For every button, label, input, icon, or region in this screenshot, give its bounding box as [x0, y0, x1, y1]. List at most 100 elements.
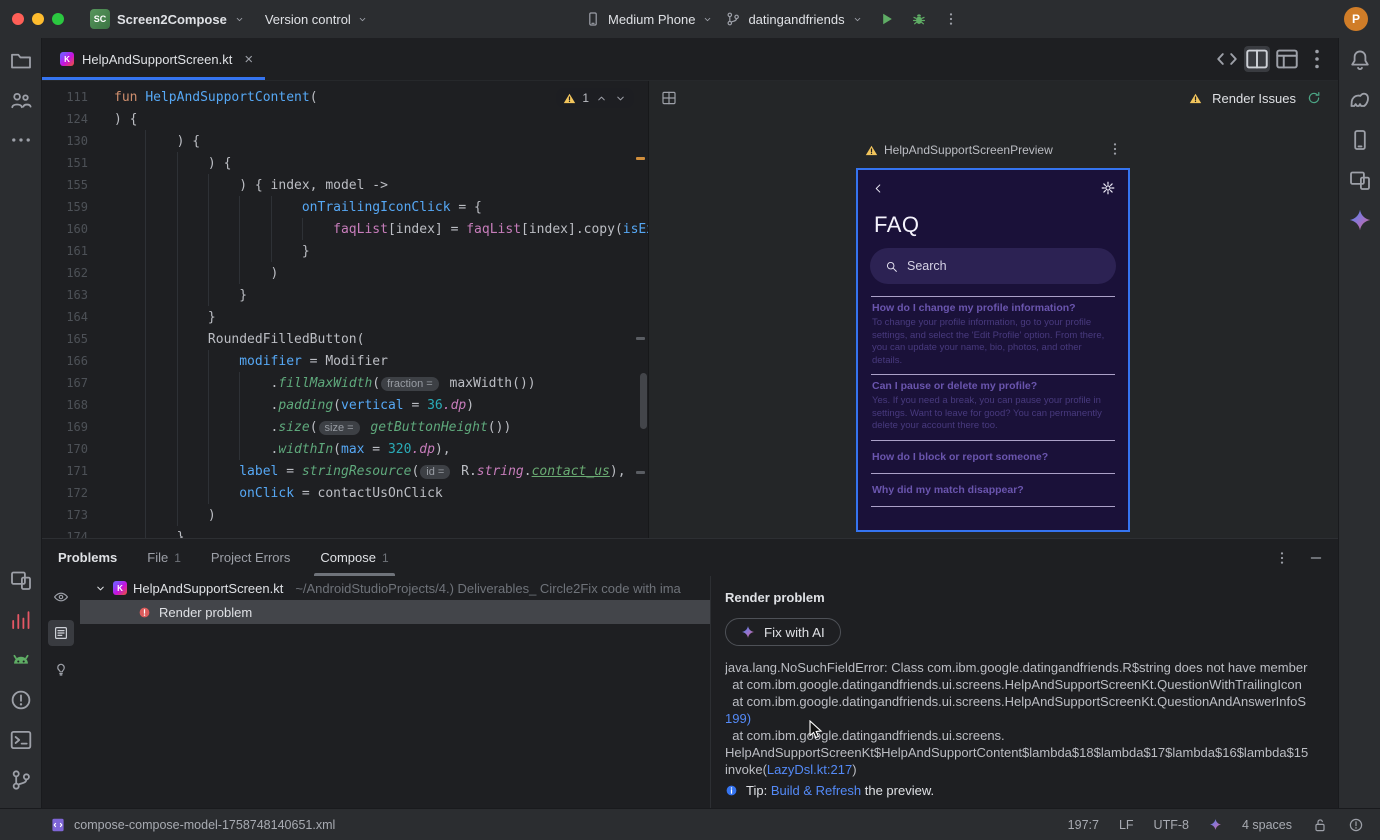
phone-preview-frame[interactable]: FAQ Search How do I change my profile in… [856, 168, 1130, 532]
code-text[interactable]: } [88, 530, 185, 539]
next-issue-icon[interactable] [614, 92, 627, 105]
render-problem-row[interactable]: Render problem [80, 600, 710, 624]
line-ending[interactable]: LF [1119, 818, 1134, 832]
preview-options-icon[interactable] [1107, 141, 1123, 157]
code-editor[interactable]: 111 fun HelpAndSupportContent(124) {130 )… [42, 81, 648, 538]
line-number[interactable]: 161 [42, 244, 88, 258]
run-button[interactable] [879, 11, 895, 27]
emulator-tool-icon[interactable] [1348, 168, 1372, 192]
panel-options-icon[interactable] [1274, 550, 1290, 566]
unlock-icon[interactable] [1312, 817, 1328, 833]
line-number[interactable]: 165 [42, 332, 88, 346]
editor-tab-options-icon[interactable] [1304, 46, 1330, 72]
code-text[interactable]: RoundedFilledButton( [88, 332, 365, 347]
code-text[interactable]: ) { [88, 134, 200, 149]
macos-zoom-button[interactable] [52, 13, 64, 25]
code-line-164[interactable]: 164 } [42, 306, 648, 328]
code-text[interactable]: .fillMaxWidth(fraction = maxWidth()) [88, 376, 536, 391]
preview-canvas[interactable]: HelpAndSupportScreenPreview FAQ Search H… [649, 115, 1338, 538]
design-view-icon[interactable] [1274, 46, 1300, 72]
device-manager-icon[interactable] [9, 648, 33, 672]
problems-file-row[interactable]: K HelpAndSupportScreen.kt ~/AndroidStudi… [80, 576, 710, 600]
code-view-icon[interactable] [1214, 46, 1240, 72]
more-run-options-icon[interactable] [943, 11, 959, 27]
vcs-menu[interactable]: Version control [265, 12, 368, 27]
preview-details-icon[interactable] [48, 620, 74, 646]
code-line-169[interactable]: 169 .size(size = getButtonHeight()) [42, 416, 648, 438]
code-line-168[interactable]: 168 .padding(vertical = 36.dp) [42, 394, 648, 416]
split-view-icon[interactable] [1244, 46, 1270, 72]
line-number[interactable]: 166 [42, 354, 88, 368]
line-number[interactable]: 151 [42, 156, 88, 170]
quick-fixes-icon[interactable] [48, 656, 74, 682]
code-text[interactable]: faqList[index] = faqList[index].copy(isE… [88, 222, 648, 237]
code-text[interactable]: ) { [88, 112, 137, 127]
code-line-166[interactable]: 166 modifier = Modifier [42, 350, 648, 372]
editor-scrollbar[interactable] [640, 373, 647, 429]
code-line-130[interactable]: 130 ) { [42, 130, 648, 152]
build-refresh-icon[interactable] [1306, 90, 1322, 106]
code-area[interactable]: 111 fun HelpAndSupportContent(124) {130 )… [42, 81, 648, 539]
gradle-tool-icon[interactable] [1348, 88, 1372, 112]
more-tool-windows-icon[interactable] [9, 128, 33, 152]
code-text[interactable]: label = stringResource(id = R.string.con… [88, 464, 626, 479]
code-line-124[interactable]: 124) { [42, 108, 648, 130]
code-line-173[interactable]: 173 ) [42, 504, 648, 526]
stack-link[interactable]: LazyDsl.kt:217 [767, 762, 852, 777]
ui-check-mode-icon[interactable] [661, 90, 677, 106]
code-text[interactable]: ) { index, model -> [88, 178, 388, 193]
code-line-171[interactable]: 171 label = stringResource(id = R.string… [42, 460, 648, 482]
line-number[interactable]: 167 [42, 376, 88, 390]
build-refresh-link[interactable]: Build & Refresh [771, 783, 861, 798]
fix-with-ai-button[interactable]: Fix with AI [725, 618, 841, 646]
problems-tab-project-errors[interactable]: Project Errors [211, 539, 290, 576]
debug-button[interactable] [911, 11, 927, 27]
code-line-170[interactable]: 170 .widthIn(max = 320.dp), [42, 438, 648, 460]
line-number[interactable]: 155 [42, 178, 88, 192]
line-number[interactable]: 170 [42, 442, 88, 456]
line-number[interactable]: 168 [42, 398, 88, 412]
preview-label[interactable]: HelpAndSupportScreenPreview [865, 143, 1053, 157]
code-text[interactable]: ) [88, 508, 216, 523]
app-quality-insights-icon[interactable] [9, 608, 33, 632]
version-control-tool-icon[interactable] [9, 768, 33, 792]
line-number[interactable]: 124 [42, 112, 88, 126]
indent-setting[interactable]: 4 spaces [1242, 818, 1292, 832]
line-number[interactable]: 111 [42, 90, 88, 104]
problems-tab-compose[interactable]: Compose 1 [314, 539, 396, 576]
caret-position[interactable]: 197:7 [1068, 818, 1099, 832]
code-text[interactable]: onTrailingIconClick = { [88, 200, 482, 215]
code-line-155[interactable]: 155 ) { index, model -> [42, 174, 648, 196]
device-explorer-icon[interactable] [1348, 128, 1372, 152]
hide-panel-icon[interactable] [1308, 550, 1324, 566]
encoding[interactable]: UTF-8 [1154, 818, 1189, 832]
code-text[interactable]: .widthIn(max = 320.dp), [88, 442, 451, 457]
ai-spark-icon[interactable] [1209, 818, 1222, 831]
notifications-icon[interactable] [1348, 48, 1372, 72]
code-line-163[interactable]: 163 } [42, 284, 648, 306]
line-number[interactable]: 172 [42, 486, 88, 500]
inspections-status-icon[interactable] [1348, 817, 1364, 833]
code-line-162[interactable]: 162 ) [42, 262, 648, 284]
code-line-159[interactable]: 159 onTrailingIconClick = { [42, 196, 648, 218]
code-text[interactable]: onClick = contactUsOnClick [88, 486, 443, 501]
gemini-icon[interactable] [1348, 208, 1372, 232]
code-line-161[interactable]: 161 } [42, 240, 648, 262]
render-issues-label[interactable]: Render Issues [1212, 91, 1296, 106]
running-devices-tool-icon[interactable] [9, 568, 33, 592]
problems-tool-icon[interactable] [9, 688, 33, 712]
problems-tab-file[interactable]: File 1 [147, 539, 181, 576]
macos-minimize-button[interactable] [32, 13, 44, 25]
code-text[interactable]: } [88, 288, 247, 303]
code-line-151[interactable]: 151 ) { [42, 152, 648, 174]
code-line-160[interactable]: 160 faqList[index] = faqList[index].copy… [42, 218, 648, 240]
run-configuration-selector[interactable]: datingandfriends [725, 11, 862, 27]
code-text[interactable]: } [88, 244, 310, 259]
project-widget[interactable]: SC Screen2Compose [90, 9, 245, 29]
code-text[interactable]: fun HelpAndSupportContent( [88, 90, 318, 105]
inspections-widget[interactable]: 1 [556, 88, 634, 108]
line-number[interactable]: 174 [42, 530, 88, 538]
code-line-172[interactable]: 172 onClick = contactUsOnClick [42, 482, 648, 504]
line-number[interactable]: 164 [42, 310, 88, 324]
prev-issue-icon[interactable] [595, 92, 608, 105]
